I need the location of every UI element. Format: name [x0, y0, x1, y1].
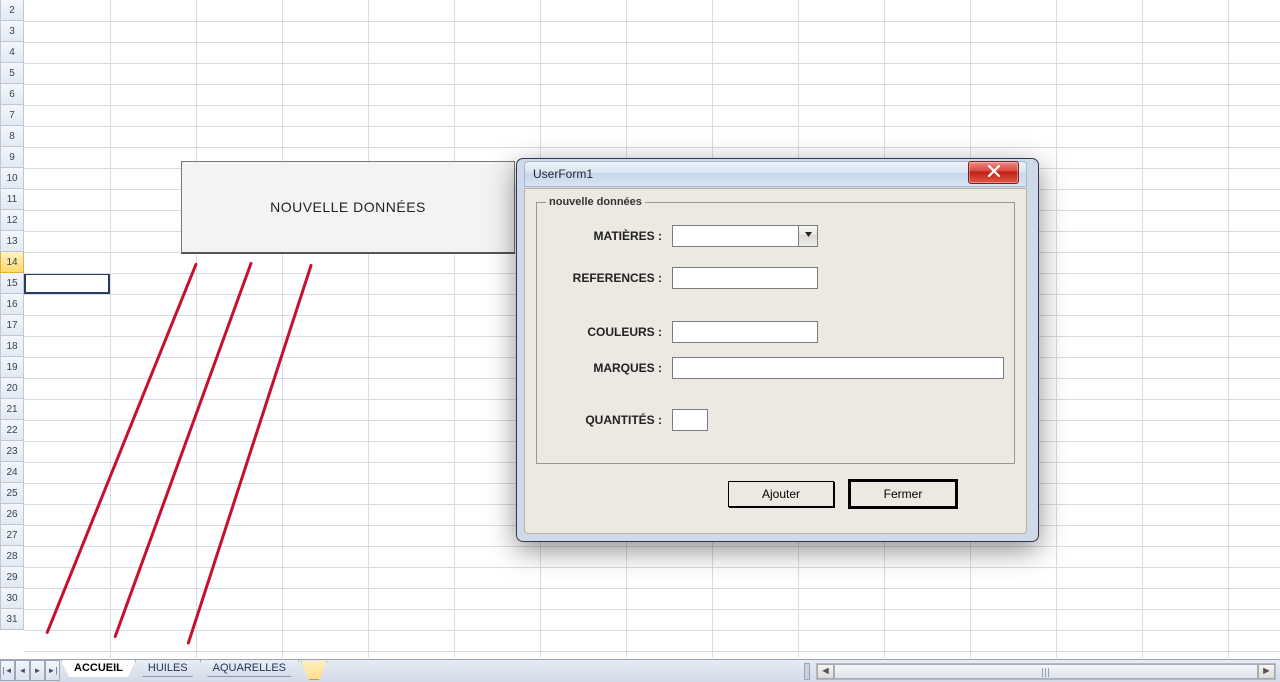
userform-titlebar[interactable]: UserForm1 — [524, 161, 1027, 187]
row-header[interactable]: 6 — [0, 84, 24, 105]
row-header[interactable]: 29 — [0, 567, 24, 588]
input-references[interactable] — [672, 267, 818, 289]
row-header[interactable]: 26 — [0, 504, 24, 525]
sheet-tab-bar: |◄ ◄ ► ►| ACCUEILHUILESAQUARELLES ◄ ► — [0, 659, 1280, 682]
input-marques[interactable] — [672, 357, 1004, 379]
label-matieres: MATIÈRES : — [547, 229, 662, 243]
combo-matieres[interactable] — [672, 225, 818, 247]
hscroll-grip-icon — [1042, 668, 1050, 677]
sheet-tab-accueil[interactable]: ACCUEIL — [61, 660, 136, 677]
row-header[interactable]: 23 — [0, 441, 24, 462]
row-header[interactable]: 24 — [0, 462, 24, 483]
hscroll-right-button[interactable]: ► — [1258, 664, 1275, 679]
userform-body: nouvelle données MATIÈRES : REFERENCES :… — [524, 188, 1027, 534]
row-header[interactable]: 17 — [0, 315, 24, 336]
groupbox-nouvelle-donnees: nouvelle données MATIÈRES : REFERENCES :… — [536, 202, 1015, 464]
row-header[interactable]: 21 — [0, 399, 24, 420]
row-header[interactable]: 5 — [0, 63, 24, 84]
groupbox-legend: nouvelle données — [546, 196, 645, 208]
row-header[interactable]: 31 — [0, 609, 24, 630]
nav-next-button[interactable]: ► — [30, 660, 45, 681]
sheet-tab-nav: |◄ ◄ ► ►| — [0, 660, 60, 682]
chevron-down-icon — [804, 230, 813, 242]
label-references: REFERENCES : — [547, 271, 662, 285]
hscroll-left-button[interactable]: ◄ — [817, 664, 834, 679]
sheet-tab-huiles[interactable]: HUILES — [135, 660, 201, 677]
row-header[interactable]: 25 — [0, 483, 24, 504]
row-header[interactable]: 18 — [0, 336, 24, 357]
row-header[interactable]: 22 — [0, 420, 24, 441]
nav-prev-button[interactable]: ◄ — [15, 660, 30, 681]
label-marques: MARQUES : — [547, 361, 662, 375]
row-header[interactable]: 12 — [0, 210, 24, 231]
row-header[interactable]: 9 — [0, 147, 24, 168]
row-header[interactable]: 7 — [0, 105, 24, 126]
active-cell-indicator — [24, 273, 110, 294]
nouvelle-donnees-button[interactable]: NOUVELLE DONNÉES — [181, 161, 515, 254]
userform-title: UserForm1 — [533, 167, 593, 181]
new-sheet-button[interactable] — [301, 661, 327, 680]
nav-first-button[interactable]: |◄ — [0, 660, 15, 681]
row-header[interactable]: 19 — [0, 357, 24, 378]
row-header[interactable]: 20 — [0, 378, 24, 399]
row-header[interactable]: 15 — [0, 273, 24, 294]
fermer-button[interactable]: Fermer — [850, 481, 956, 507]
row-header[interactable]: 27 — [0, 525, 24, 546]
ajouter-button[interactable]: Ajouter — [728, 481, 834, 507]
row-header[interactable]: 30 — [0, 588, 24, 609]
hscroll-thumb[interactable] — [834, 664, 1258, 679]
sheet-tabs: ACCUEILHUILESAQUARELLES — [62, 660, 299, 682]
row-header[interactable]: 4 — [0, 42, 24, 63]
row-header-gutter[interactable]: 2345678910111213141516171819202122232425… — [0, 0, 24, 630]
label-couleurs: COULEURS : — [547, 325, 662, 339]
row-header[interactable]: 13 — [0, 231, 24, 252]
nav-last-button[interactable]: ►| — [45, 660, 60, 681]
horizontal-scrollbar[interactable]: ◄ ► — [816, 663, 1276, 680]
row-header[interactable]: 3 — [0, 21, 24, 42]
tab-scroll-splitter[interactable] — [804, 663, 810, 680]
sheet-tab-aquarelles[interactable]: AQUARELLES — [200, 660, 299, 677]
row-header[interactable]: 8 — [0, 126, 24, 147]
close-button[interactable] — [968, 161, 1019, 184]
row-header[interactable]: 16 — [0, 294, 24, 315]
row-header[interactable]: 11 — [0, 189, 24, 210]
input-couleurs[interactable] — [672, 321, 818, 343]
input-quantites[interactable] — [672, 409, 708, 431]
row-header[interactable]: 14 — [0, 252, 24, 273]
combo-matieres-dropdown-button[interactable] — [798, 226, 817, 246]
close-icon — [987, 165, 1001, 177]
row-header[interactable]: 2 — [0, 0, 24, 21]
row-header[interactable]: 10 — [0, 168, 24, 189]
row-header[interactable]: 28 — [0, 546, 24, 567]
label-quantites: QUANTITÉS : — [547, 413, 662, 427]
